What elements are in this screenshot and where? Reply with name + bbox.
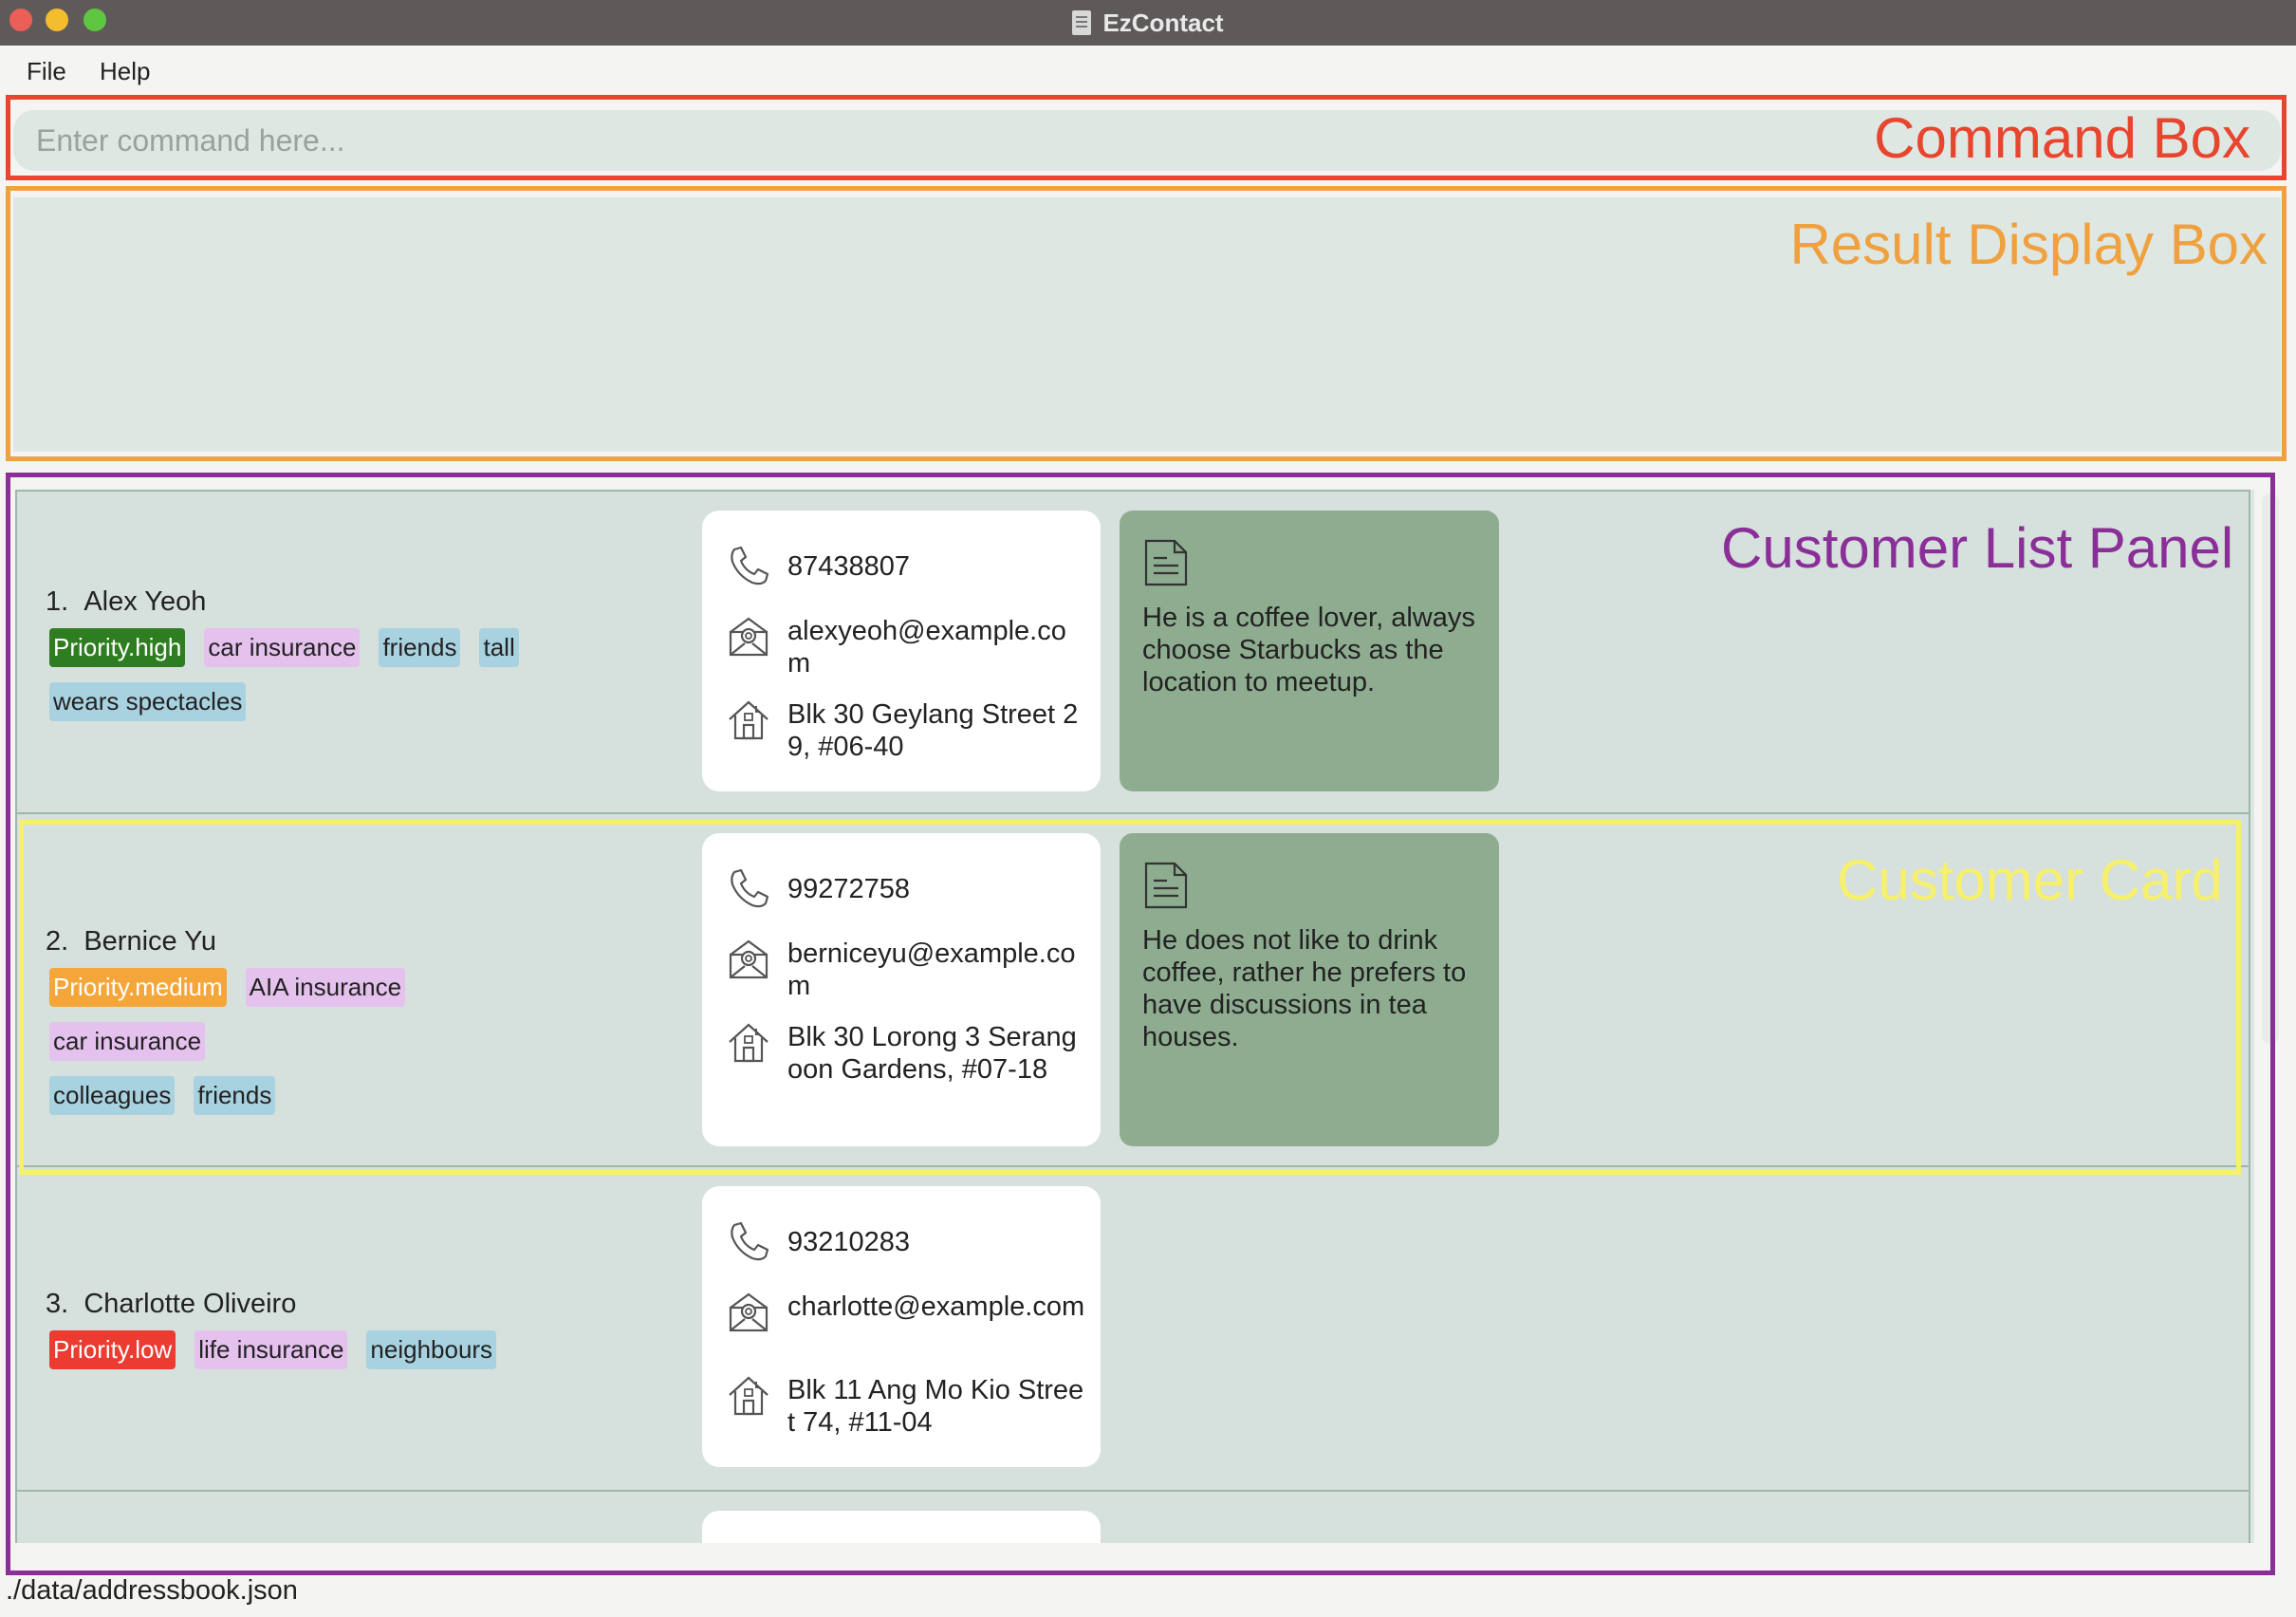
priority-tag: Priority.high — [49, 628, 186, 667]
command-box-annotation: Command Box — [1874, 106, 2250, 170]
phone-number: 99272758 — [787, 874, 911, 904]
app-notebook-icon — [1072, 10, 1092, 35]
tag: colleagues — [49, 1076, 176, 1115]
result-box-annotation: Result Display Box — [1789, 213, 2268, 276]
title-bar: EzContact — [0, 0, 2296, 46]
note-icon — [1144, 539, 1188, 586]
phone-icon — [731, 868, 769, 908]
customer-name-line: 3. Charlotte Oliveiro — [46, 1289, 296, 1320]
email-icon — [729, 617, 768, 657]
customer-card[interactable] — [15, 1490, 2250, 1543]
window-title: EzContact — [1102, 8, 1224, 37]
email-icon — [729, 939, 768, 979]
tag: car insurance — [204, 628, 361, 667]
email-address: charlotte@example.com — [787, 1292, 1085, 1322]
remark-card: He is a coffee lover, always choose Star… — [1120, 511, 1499, 791]
tag-list: Priority.medium AIA insurance car insuranc… — [49, 968, 581, 1130]
phone-number: 87438807 — [787, 551, 911, 582]
remark-text: He does not like to drink coffee, rather… — [1142, 925, 1467, 1052]
menu-bar: File Help — [0, 46, 2296, 95]
menu-help[interactable]: Help — [100, 57, 150, 86]
home-icon — [729, 700, 768, 740]
customer-list-panel-annotation: Customer List Panel — [1721, 516, 2234, 580]
tag: life insurance — [194, 1330, 348, 1369]
phone-number: 93210283 — [787, 1227, 911, 1257]
tag: neighbours — [366, 1330, 497, 1369]
tag: wears spectacles — [49, 682, 247, 721]
home-icon — [729, 1023, 768, 1063]
address: Blk 30 Geylang Street 29, #06-40 — [787, 699, 1079, 762]
priority-tag: Priority.low — [49, 1330, 176, 1369]
tag-list: Priority.high car insurance friends tall wea… — [49, 628, 581, 736]
tag: tall — [479, 628, 519, 667]
customer-name-line: 1. Alex Yeoh — [46, 586, 206, 618]
status-bar-file-path: ./data/addressbook.json — [6, 1575, 298, 1606]
contact-info-card: 87438807 alexyeoh@example.com Blk 30 Gey… — [702, 511, 1101, 791]
customer-index: 2. — [46, 926, 69, 957]
remark-card: He does not like to drink coffee, rather… — [1120, 833, 1499, 1146]
priority-tag: Priority.medium — [49, 968, 227, 1007]
customer-name-line: 2. Bernice Yu — [46, 926, 216, 957]
customer-card-annotation: Customer Card — [1837, 848, 2223, 912]
home-icon — [729, 1376, 768, 1416]
tag: car insurance — [49, 1022, 206, 1061]
customer-list-panel[interactable]: 1. Alex Yeoh Priority.high car insurance f… — [15, 490, 2254, 1543]
address: Blk 30 Lorong 3 Serangoon Gardens, #07-1… — [787, 1022, 1077, 1085]
customer-index: 3. — [46, 1289, 69, 1319]
contact-info-card: 93210283 charlotte@example.com Blk 11 An… — [702, 1186, 1101, 1467]
customer-index: 1. — [46, 586, 69, 617]
tag-list: Priority.low life insurance neighbours — [49, 1330, 581, 1385]
contact-info-card — [702, 1511, 1101, 1543]
address: Blk 11 Ang Mo Kio Street 74, #11-04 — [787, 1375, 1084, 1438]
contact-info-card: 99272758 berniceyu@example.com Blk 30 Lo… — [702, 833, 1101, 1146]
tag: AIA insurance — [245, 968, 406, 1007]
email-address: alexyeoh@example.com — [787, 616, 1066, 678]
customer-name: Alex Yeoh — [83, 586, 207, 617]
tag: friends — [194, 1076, 276, 1115]
customer-card[interactable]: 3. Charlotte Oliveiro Priority.low life i… — [15, 1165, 2250, 1492]
email-icon — [729, 1292, 768, 1332]
customer-name: Charlotte Oliveiro — [83, 1289, 297, 1319]
menu-file[interactable]: File — [27, 57, 66, 86]
list-scrollbar[interactable] — [2262, 493, 2279, 1044]
phone-icon — [731, 546, 769, 585]
tag: friends — [379, 628, 461, 667]
phone-icon — [731, 1221, 769, 1261]
remark-text: He is a coffee lover, always choose Star… — [1142, 603, 1475, 697]
email-address: berniceyu@example.com — [787, 939, 1076, 1001]
customer-name: Bernice Yu — [83, 926, 217, 957]
note-icon — [1144, 862, 1188, 909]
